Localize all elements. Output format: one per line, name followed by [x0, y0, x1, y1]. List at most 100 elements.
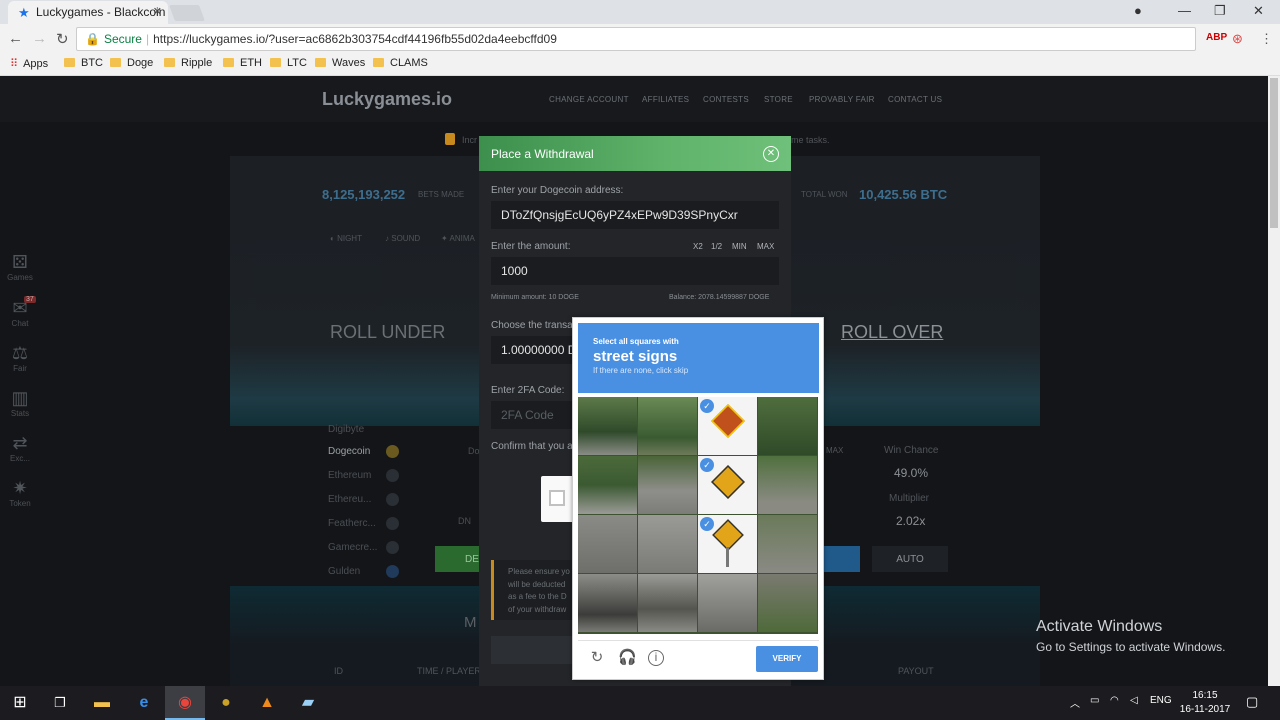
captcha-tile[interactable] [638, 397, 697, 455]
captcha-tile[interactable] [578, 397, 637, 455]
dogecoin-wallet-icon[interactable]: ● [206, 686, 246, 720]
coin-item-dogecoin[interactable]: Dogecoin [328, 445, 399, 458]
close-icon[interactable]: ✕ [763, 146, 779, 162]
captcha-tile[interactable] [758, 574, 817, 632]
volume-icon[interactable]: ◁ [1130, 695, 1138, 706]
max-amount-button[interactable]: MAX [757, 242, 774, 251]
adblock-icon[interactable]: ABP [1206, 32, 1227, 43]
bookmark-eth[interactable]: ETH [223, 57, 262, 69]
verify-button[interactable]: VERIFY [756, 646, 818, 672]
vlc-icon[interactable]: ▲ [247, 686, 287, 720]
double-amount-button[interactable]: X2 [693, 242, 703, 251]
coin-item-digibyte[interactable]: Digibyte [328, 424, 364, 435]
battery-icon[interactable]: ▭ [1090, 695, 1099, 706]
reload-icon[interactable]: ↻ [588, 649, 606, 667]
sidebar-item-games[interactable]: ⚄ Games [4, 252, 36, 282]
extension-icon[interactable]: ⊛ [1232, 31, 1243, 47]
confirm-label: Confirm that you a [491, 441, 573, 452]
notepad-icon[interactable]: ▰ [288, 686, 328, 720]
sidebar-item-exchange[interactable]: ⇄ Exc... [4, 433, 36, 463]
captcha-tile[interactable] [698, 574, 757, 632]
captcha-tile[interactable] [578, 456, 637, 514]
info-icon[interactable]: i [648, 650, 664, 666]
captcha-tile[interactable] [758, 456, 817, 514]
bookmark-waves[interactable]: Waves [315, 57, 365, 69]
tab-close-icon[interactable]: ✕ [153, 5, 162, 18]
forward-icon[interactable]: → [32, 30, 47, 47]
captcha-tile[interactable] [578, 574, 637, 632]
bookmark-ltc[interactable]: LTC [270, 57, 307, 69]
captcha-tile[interactable] [578, 515, 637, 573]
deposit-button[interactable]: DE [435, 546, 485, 572]
sidebar-item-chat[interactable]: ✉ Chat 37 [4, 296, 36, 328]
task-view-icon[interactable]: ❐ [40, 686, 80, 720]
captcha-tile[interactable] [758, 515, 817, 573]
minimize-icon[interactable]: — [1178, 3, 1191, 18]
nav-affiliates[interactable]: AFFILIATES [642, 95, 689, 104]
captcha-tile[interactable] [638, 574, 697, 632]
nav-change-account[interactable]: CHANGE ACCOUNT [549, 95, 629, 104]
browser-tab[interactable]: ★ Luckygames - Blackcoin ✕ [8, 1, 168, 24]
max-label[interactable]: MAX [826, 446, 843, 455]
modal-title: Place a Withdrawal [491, 147, 594, 161]
edge-icon[interactable]: e [124, 686, 164, 720]
coin-item-ethereum[interactable]: Ethereum [328, 469, 399, 482]
bookmark-btc[interactable]: BTC [64, 57, 103, 69]
sidebar-item-fair[interactable]: ⚖ Fair [4, 343, 36, 373]
captcha-tile[interactable] [638, 456, 697, 514]
win-chance-value[interactable]: 49.0% [894, 466, 928, 480]
file-explorer-icon[interactable]: ▬ [82, 686, 122, 720]
scrollbar-thumb[interactable] [1270, 78, 1278, 228]
coin-item-ethereum-classic[interactable]: Ethereu... [328, 493, 399, 506]
profile-icon[interactable]: ● [1134, 3, 1142, 18]
coin-item-gamecredits[interactable]: Gamecre... [328, 541, 399, 554]
page-scrollbar[interactable] [1268, 76, 1280, 686]
window-close-icon[interactable]: ✕ [1253, 3, 1264, 19]
half-amount-button[interactable]: 1/2 [711, 242, 722, 251]
address-input[interactable]: DToZfQnsjgEcUQ6yPZ4xEPw9D39SPnyCxr [491, 201, 779, 229]
notifications-icon[interactable]: ▢ [1246, 694, 1258, 710]
sound-toggle[interactable]: ♪ SOUND [385, 234, 420, 243]
nav-store[interactable]: STORE [764, 95, 793, 104]
language-indicator[interactable]: ENG [1150, 695, 1172, 706]
roll-over-button[interactable]: ROLL OVER [841, 322, 943, 343]
reload-icon[interactable]: ↻ [56, 30, 69, 48]
bookmark-ripple[interactable]: Ripple [164, 57, 212, 69]
bookmark-doge[interactable]: Doge [110, 57, 153, 69]
nav-contests[interactable]: CONTESTS [703, 95, 749, 104]
roll-under-button[interactable]: ROLL UNDER [330, 322, 445, 343]
url-separator: | [145, 32, 150, 46]
coin-item-feathercoin[interactable]: Featherc... [328, 517, 399, 530]
sidebar-item-stats[interactable]: ▥ Stats [4, 388, 36, 418]
menu-icon[interactable]: ⋮ [1260, 31, 1273, 47]
auto-bet-button[interactable]: AUTO [872, 546, 948, 572]
bookmark-clams[interactable]: CLAMS [373, 57, 428, 69]
amount-input[interactable]: 1000 [491, 257, 779, 285]
audio-icon[interactable]: 🎧 [618, 649, 637, 667]
min-amount-button[interactable]: MIN [732, 242, 747, 251]
tray-chevron-icon[interactable]: ︿ [1070, 695, 1080, 710]
address-bar[interactable]: 🔒 Secure | https://luckygames.io/?user=ac68… [76, 27, 1196, 51]
wifi-icon[interactable]: ◠ [1110, 695, 1119, 706]
animation-toggle[interactable]: ✦ ANIMA [441, 234, 475, 243]
sidebar-item-token[interactable]: ✷ Token [4, 478, 36, 508]
nav-provably-fair[interactable]: PROVABLY FAIR [809, 95, 875, 104]
new-tab-button[interactable] [169, 5, 205, 21]
night-toggle[interactable]: ◐ NIGHT [330, 234, 362, 243]
maximize-icon[interactable]: ❐ [1214, 3, 1226, 19]
system-clock[interactable]: 16:15 16-11-2017 [1178, 689, 1232, 717]
back-icon[interactable]: ← [8, 30, 23, 47]
roll-button[interactable] [820, 546, 860, 572]
captcha-tile[interactable] [638, 515, 697, 573]
nav-contact-us[interactable]: CONTACT US [888, 95, 942, 104]
table-header-time-player: TIME / PLAYER [417, 666, 481, 676]
captcha-tile[interactable] [758, 397, 817, 455]
bookmark-apps[interactable]: ⠿ Apps [10, 57, 48, 70]
chrome-icon[interactable]: ◉ [165, 686, 205, 720]
multiplier-value[interactable]: 2.02x [896, 514, 925, 528]
windows-start-icon[interactable]: ⊞ [0, 686, 40, 720]
site-logo[interactable]: Luckygames.io [322, 89, 452, 110]
coin-item-gulden[interactable]: Gulden [328, 565, 399, 578]
browser-toolbar: ← → ↻ 🔒 Secure | https://luckygames.io/?use… [0, 24, 1280, 54]
recaptcha-checkbox[interactable] [549, 490, 565, 506]
